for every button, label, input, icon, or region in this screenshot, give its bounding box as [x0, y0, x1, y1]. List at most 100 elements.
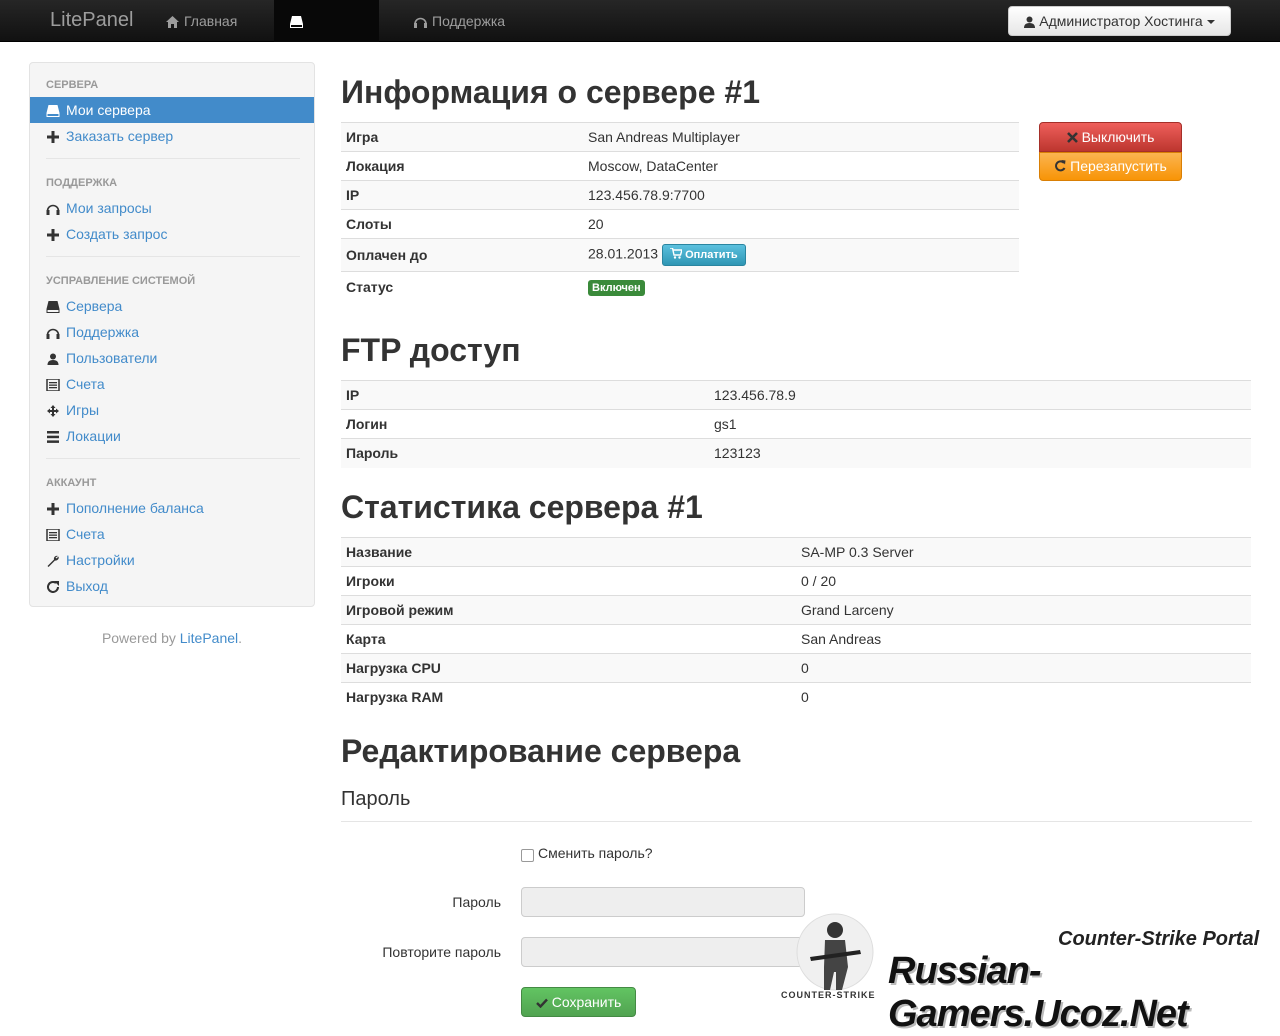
row-value: Moscow, DataCenter	[583, 151, 1019, 181]
table-row: Игроки 0 / 20	[341, 566, 1251, 596]
sidebar-item-label: Заказать сервер	[66, 128, 174, 144]
status-badge: Включен	[588, 279, 645, 296]
nav-support[interactable]: Поддержка	[398, 0, 521, 42]
sidebar-item-users[interactable]: Пользователи	[30, 345, 314, 371]
powered-by-link[interactable]: LitePanel	[180, 630, 238, 646]
row-key: Игровой режим	[341, 595, 796, 625]
headphones-icon	[46, 328, 60, 339]
user-menu-button[interactable]: Администратор Хостинга	[1008, 6, 1231, 36]
caret-down-icon	[1206, 20, 1215, 24]
list-icon	[46, 379, 60, 391]
sidebar-item-label: Пользователи	[66, 350, 158, 366]
row-value: 123.456.78.9	[709, 380, 1251, 410]
user-icon	[47, 353, 59, 365]
sidebar-item-servers[interactable]: Сервера	[30, 293, 314, 319]
plus-icon	[47, 131, 59, 143]
sidebar-item-label: Мои сервера	[66, 102, 151, 118]
server-info-table: Игра San Andreas Multiplayer Локация Mosco…	[341, 122, 1019, 302]
sidebar-item-support[interactable]: Поддержка	[30, 319, 314, 345]
cart-icon	[670, 247, 684, 259]
stats-title: Статистика сервера #1	[341, 489, 703, 525]
row-value: Grand Larceny	[796, 595, 1251, 625]
legend-divider	[341, 821, 1252, 822]
row-key: Игроки	[341, 566, 796, 596]
sidebar-header-system: УСПРАВЛЕНИЕ СИСТЕМОЙ	[46, 275, 196, 287]
move-icon	[47, 405, 59, 417]
table-row: Слоты 20	[341, 209, 1019, 239]
row-key: Игра	[341, 122, 583, 152]
edit-title: Редактирование сервера	[341, 733, 741, 769]
save-button[interactable]: Сохранить	[521, 987, 636, 1017]
sidebar-item-account-invoices[interactable]: Счета	[30, 521, 314, 547]
repeat-password-input[interactable]	[521, 937, 805, 967]
plus-icon	[47, 229, 59, 241]
sidebar: СЕРВЕРА Мои сервера Заказать сервер ПОДД…	[29, 62, 315, 607]
row-value: San Andreas Multiplayer	[583, 122, 1019, 152]
change-password-label[interactable]: Сменить пароль?	[538, 845, 653, 861]
repeat-password-label: Повторите пароль	[382, 944, 501, 960]
password-legend: Пароль	[341, 788, 411, 810]
stats-table: Название SA-MP 0.3 Server Игроки 0 / 20 Иг…	[341, 537, 1251, 712]
change-password-checkbox[interactable]	[521, 849, 534, 862]
pay-button-label: Оплатить	[685, 249, 738, 261]
sidebar-item-label: Сервера	[66, 298, 123, 314]
row-key: Нагрузка CPU	[341, 653, 796, 683]
sidebar-item-top-up-balance[interactable]: Пополнение баланса	[30, 495, 314, 521]
sidebar-header-servers: СЕРВЕРА	[46, 79, 99, 91]
sidebar-divider	[46, 458, 300, 459]
sidebar-item-order-server[interactable]: Заказать сервер	[30, 123, 314, 149]
row-value: 0	[796, 653, 1251, 683]
stop-server-button[interactable]: Выключить	[1039, 122, 1182, 152]
password-label: Пароль	[452, 894, 501, 910]
table-row: Нагрузка RAM 0	[341, 682, 1251, 712]
table-row: Оплачен до 28.01.2013 Оплатить	[341, 238, 1019, 272]
row-key: Пароль	[341, 438, 709, 468]
soldier-watermark-image	[796, 913, 874, 991]
row-key: Логин	[341, 409, 709, 439]
pay-button[interactable]: Оплатить	[662, 244, 746, 266]
restart-server-button[interactable]: Перезапустить	[1039, 152, 1182, 181]
sidebar-header-account: АККАУНТ	[46, 477, 97, 489]
table-row: Игровой режим Grand Larceny	[341, 595, 1251, 625]
sidebar-item-games[interactable]: Игры	[30, 397, 314, 423]
sidebar-item-label: Мои запросы	[66, 200, 152, 216]
row-key: Слоты	[341, 209, 583, 239]
powered-by-suffix: .	[238, 630, 243, 646]
plus-icon	[47, 503, 59, 515]
row-value: San Andreas	[796, 624, 1251, 654]
sidebar-item-settings[interactable]: Настройки	[30, 547, 314, 573]
sidebar-item-label: Локации	[66, 428, 121, 444]
sidebar-item-my-servers[interactable]: Мои сервера	[30, 97, 314, 123]
table-row: Нагрузка CPU 0	[341, 653, 1251, 683]
row-value: 0 / 20	[796, 566, 1251, 596]
row-value: 20	[583, 209, 1019, 239]
table-row: Игра San Andreas Multiplayer	[341, 122, 1019, 152]
sidebar-item-invoices[interactable]: Счета	[30, 371, 314, 397]
row-value: SA-MP 0.3 Server	[796, 537, 1251, 567]
watermark-subtitle: Counter-Strike Portal	[1058, 928, 1260, 950]
table-row: Карта San Andreas	[341, 624, 1251, 654]
sidebar-item-create-request[interactable]: Создать запрос	[30, 221, 314, 247]
sidebar-item-my-requests[interactable]: Мои запросы	[30, 195, 314, 221]
stop-server-label: Выключить	[1081, 129, 1155, 145]
row-key: IP	[341, 380, 709, 410]
share-icon	[47, 581, 59, 593]
sidebar-item-locations[interactable]: Локации	[30, 423, 314, 449]
sidebar-item-label: Пополнение баланса	[66, 500, 204, 516]
row-value: 123123	[709, 438, 1251, 468]
sidebar-item-label: Выход	[66, 578, 108, 594]
check-icon	[535, 998, 548, 1009]
brand-logo[interactable]: LitePanel	[50, 9, 133, 32]
row-key: Оплачен до	[341, 238, 583, 272]
sidebar-item-label: Игры	[66, 402, 100, 418]
sidebar-item-logout[interactable]: Выход	[30, 573, 314, 599]
nav-home[interactable]: Главная	[150, 0, 253, 42]
powered-by: Powered by LitePanel.	[29, 630, 315, 646]
nav-home-label: Главная	[184, 13, 238, 29]
nav-servers[interactable]: Сервера	[274, 0, 379, 71]
sidebar-divider	[46, 158, 300, 159]
list-icon	[46, 529, 60, 541]
headphones-icon	[414, 17, 427, 28]
password-input[interactable]	[521, 887, 805, 917]
sidebar-item-label: Счета	[66, 526, 105, 542]
